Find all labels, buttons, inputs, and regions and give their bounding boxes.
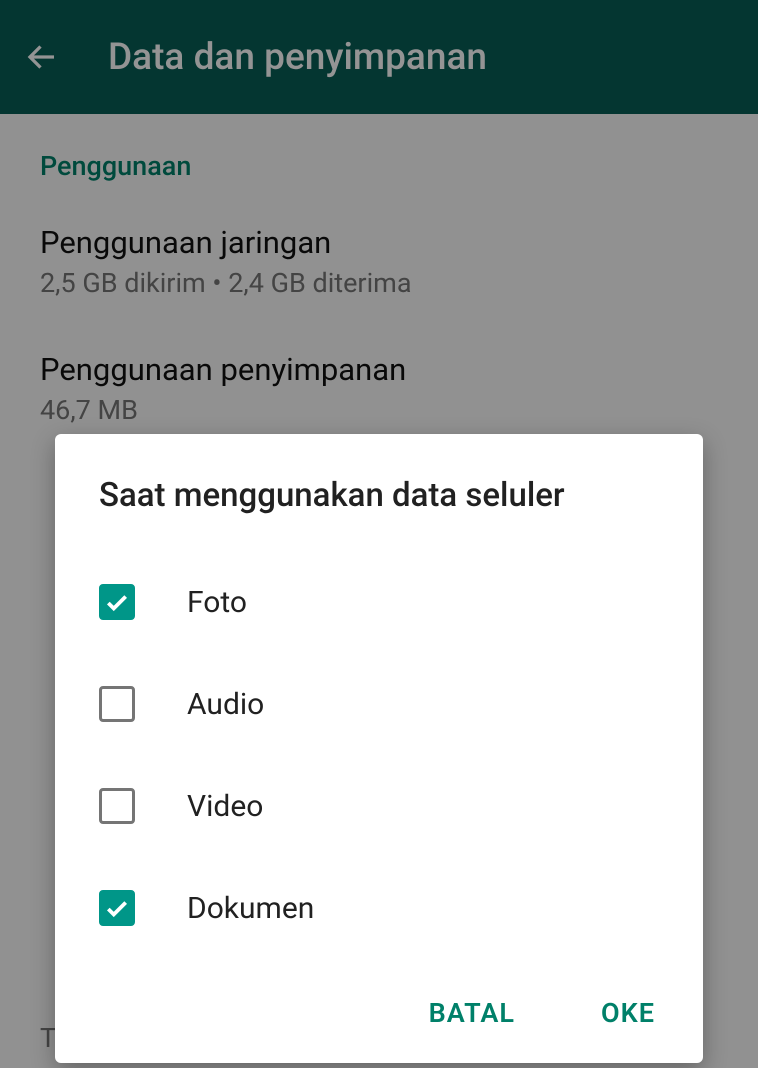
cellular-data-dialog: Saat menggunakan data seluler Foto Audio [55, 434, 703, 1063]
checkbox-icon [99, 890, 135, 926]
ok-button[interactable]: OKE [583, 983, 673, 1043]
checkbox-item-document[interactable]: Dokumen [99, 857, 659, 959]
checkbox-list: Foto Audio Video Dok [55, 551, 703, 959]
dialog-title: Saat menggunakan data seluler [55, 476, 703, 515]
checkbox-icon [99, 686, 135, 722]
checkbox-label: Foto [187, 585, 247, 620]
dialog-actions: BATAL OKE [55, 959, 703, 1043]
checkbox-icon [99, 584, 135, 620]
checkbox-label: Dokumen [187, 891, 314, 926]
checkbox-label: Audio [187, 687, 264, 722]
checkbox-label: Video [187, 789, 263, 824]
cancel-button[interactable]: BATAL [411, 983, 533, 1043]
checkbox-item-video[interactable]: Video [99, 755, 659, 857]
checkbox-item-audio[interactable]: Audio [99, 653, 659, 755]
checkbox-item-photo[interactable]: Foto [99, 551, 659, 653]
checkbox-icon [99, 788, 135, 824]
